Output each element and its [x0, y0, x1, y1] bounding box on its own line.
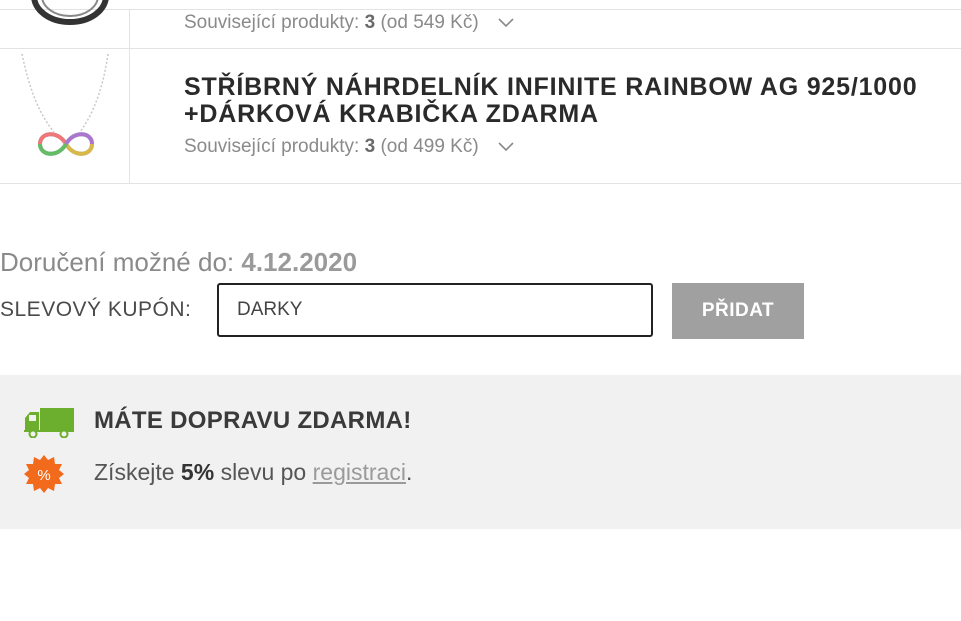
- delivery-date: 4.12.2020: [241, 247, 358, 277]
- discount-middle: slevu po: [220, 459, 307, 485]
- related-count: 3: [364, 12, 376, 34]
- truck-icon: [24, 406, 74, 439]
- product-thumbnail[interactable]: [14, 52, 114, 178]
- delivery-label: Doručení možné do:: [0, 247, 235, 277]
- discount-prefix: Získejte: [94, 459, 175, 485]
- divider: [0, 9, 961, 10]
- chevron-down-icon[interactable]: [498, 12, 514, 34]
- delivery-info: Doručení možné do: 4.12.2020: [0, 247, 357, 278]
- divider: [0, 183, 961, 184]
- discount-badge-icon: %: [24, 454, 64, 494]
- discount-suffix: .: [405, 459, 413, 485]
- related-label: Související produkty:: [184, 136, 360, 158]
- percent-symbol: %: [37, 467, 50, 484]
- divider: [129, 9, 130, 49]
- discount-value: 5%: [180, 459, 215, 485]
- related-count: 3: [364, 136, 376, 158]
- related-label: Související produkty:: [184, 12, 360, 34]
- registration-link[interactable]: registraci: [313, 459, 406, 485]
- info-box: [0, 375, 961, 529]
- add-coupon-button[interactable]: PŘIDAT: [672, 283, 804, 339]
- product-title[interactable]: STŘÍBRNÝ NÁHRDELNÍK INFINITE RAINBOW AG …: [184, 74, 954, 128]
- discount-text: Získejte 5% slevu po registraci.: [94, 459, 412, 486]
- related-price: (od 499 Kč): [380, 136, 479, 158]
- free-shipping-text: MÁTE DOPRAVU ZDARMA!: [94, 407, 412, 434]
- divider: [0, 48, 961, 49]
- product-thumbnail[interactable]: [20, 0, 110, 44]
- related-products[interactable]: Související produkty: 3 (od 549 Kč): [184, 12, 514, 34]
- divider: [129, 48, 130, 183]
- chevron-down-icon[interactable]: [498, 136, 514, 158]
- related-products[interactable]: Související produkty: 3 (od 499 Kč): [184, 136, 514, 158]
- coupon-input[interactable]: [217, 283, 653, 337]
- related-price: (od 549 Kč): [380, 12, 479, 34]
- coupon-label: SLEVOVÝ KUPÓN:: [0, 298, 192, 321]
